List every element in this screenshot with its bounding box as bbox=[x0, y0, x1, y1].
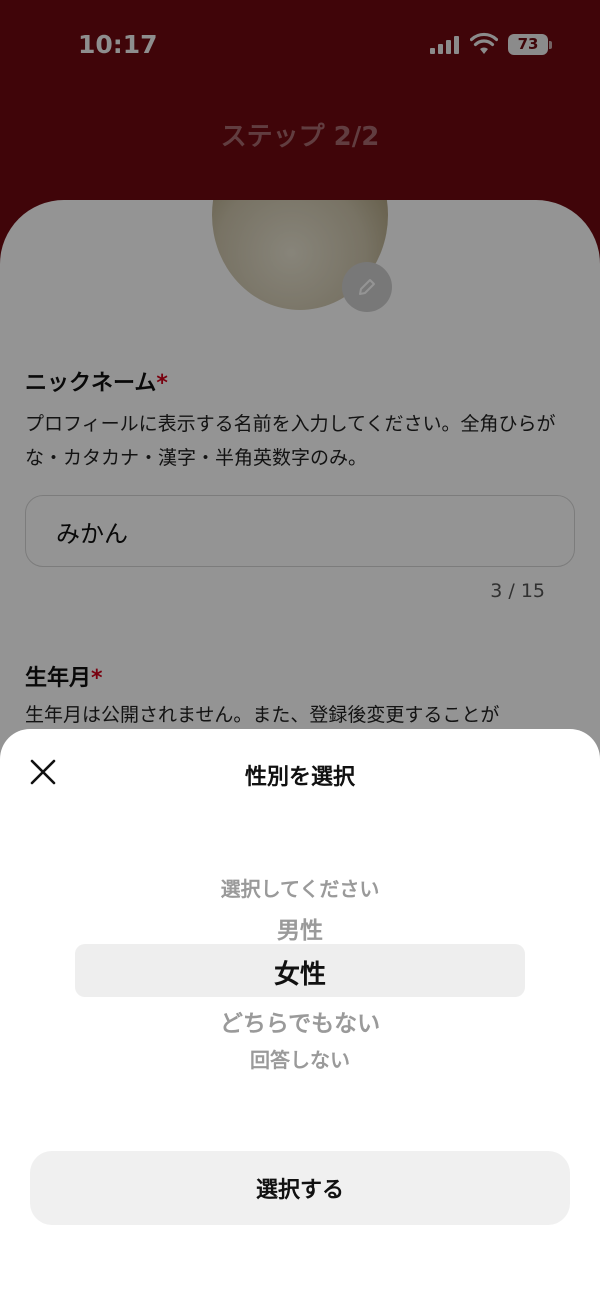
picker-option[interactable]: 回答しない bbox=[0, 1044, 600, 1073]
picker-option[interactable]: 男性 bbox=[0, 911, 600, 945]
picker-option-selected[interactable]: 女性 bbox=[0, 954, 600, 991]
gender-picker-sheet: 性別を選択 選択してください 男性 女性 どちらでもない 回答しない 選択する bbox=[0, 729, 600, 1301]
picker-option[interactable]: 選択してください bbox=[0, 873, 600, 902]
sheet-title: 性別を選択 bbox=[244, 765, 355, 790]
select-button[interactable]: 選択する bbox=[30, 1151, 570, 1225]
gender-picker-wheel[interactable]: 選択してください 男性 女性 どちらでもない 回答しない bbox=[0, 859, 600, 1079]
picker-option[interactable]: どちらでもない bbox=[0, 1004, 600, 1038]
